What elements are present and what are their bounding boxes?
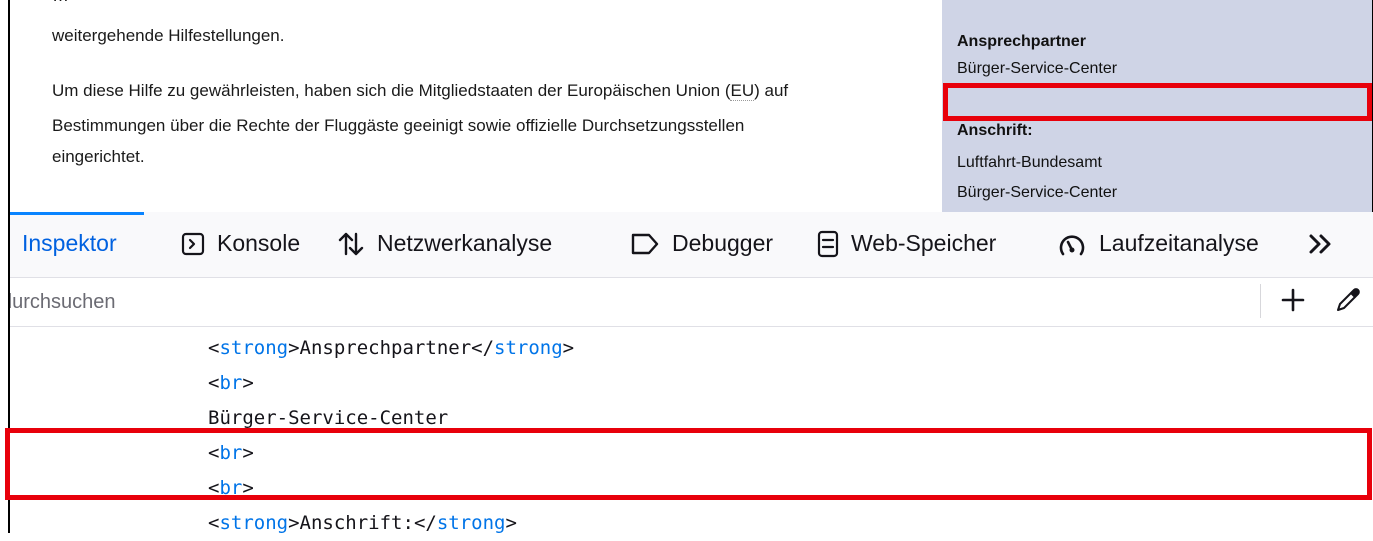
tab-label: Konsole xyxy=(217,230,301,256)
abbreviation-eu[interactable]: EU xyxy=(730,81,755,101)
devtools-toolbar: Inspektor Konsole Netzwerkanalyse Debugg… xyxy=(10,212,1373,278)
article-line: weitergehende Hilfestellungen. xyxy=(52,26,285,45)
search-input[interactable] xyxy=(10,286,1250,318)
sidebar-address-line: Bürger-Service-Center xyxy=(957,184,1118,201)
tag-name: strong xyxy=(219,512,289,534)
article-text-span: ) auf xyxy=(754,81,789,100)
article-line: Um diese Hilfe zu gewährleisten, haben s… xyxy=(52,77,788,105)
tab-label: Laufzeitanalyse xyxy=(1099,230,1259,256)
debugger-tag-icon xyxy=(630,232,660,256)
article-line: Bestimmungen über die Rechte der Fluggäs… xyxy=(52,116,745,135)
markup-node-br[interactable]: <br> xyxy=(208,366,254,401)
add-node-button[interactable] xyxy=(1275,284,1311,320)
tag-name: br xyxy=(219,372,243,394)
more-tools-button[interactable] xyxy=(1308,212,1346,275)
tab-label: Debugger xyxy=(672,230,774,256)
double-chevron-icon xyxy=(1308,233,1334,255)
sidebar-heading: Ansprechpartner xyxy=(957,33,1086,50)
network-arrows-icon xyxy=(337,230,365,258)
markup-node-strong[interactable]: <strong>Anschrift:</strong> xyxy=(208,506,517,541)
plus-icon xyxy=(1281,288,1305,317)
article-line: eingerichtet. xyxy=(52,147,145,166)
highlight-box-br-tags xyxy=(5,428,1372,500)
storage-icon xyxy=(817,230,839,258)
eyedropper-icon xyxy=(1334,286,1362,319)
tab-debugger[interactable]: Debugger xyxy=(630,212,773,275)
tab-console[interactable]: Konsole xyxy=(181,212,300,275)
node-text: Anschrift: xyxy=(299,512,414,534)
tab-label: Web-Speicher xyxy=(851,230,997,256)
markup-search-bar xyxy=(10,278,1373,327)
sidebar-address-heading: Anschrift: xyxy=(957,122,1033,139)
tag-name: strong xyxy=(436,512,506,534)
tab-inspector[interactable]: Inspektor xyxy=(22,212,117,275)
toolbar-divider xyxy=(1260,284,1261,318)
tab-storage[interactable]: Web-Speicher xyxy=(817,212,996,275)
color-picker-button[interactable] xyxy=(1330,284,1366,320)
gauge-icon xyxy=(1057,231,1087,257)
tab-network[interactable]: Netzwerkanalyse xyxy=(337,212,552,275)
markup-node-strong[interactable]: <strong>Ansprechpartner</strong> xyxy=(208,331,574,366)
sidebar-contact: Bürger-Service-Center xyxy=(957,60,1118,77)
tab-label: Inspektor xyxy=(22,230,117,256)
article-line-cut-top: … xyxy=(52,0,69,10)
node-text: Ansprechpartner xyxy=(299,337,472,359)
tag-name: strong xyxy=(494,337,563,359)
console-icon xyxy=(181,232,205,256)
article-text-span: Um diese Hilfe zu gewährleisten, haben s… xyxy=(52,81,731,100)
highlight-box-empty-line xyxy=(943,83,1372,121)
sidebar-address-line: Luftfahrt-Bundesamt xyxy=(957,154,1102,171)
tab-label: Netzwerkanalyse xyxy=(377,230,553,256)
tab-performance[interactable]: Laufzeitanalyse xyxy=(1057,212,1259,275)
tag-name: strong xyxy=(219,337,289,359)
